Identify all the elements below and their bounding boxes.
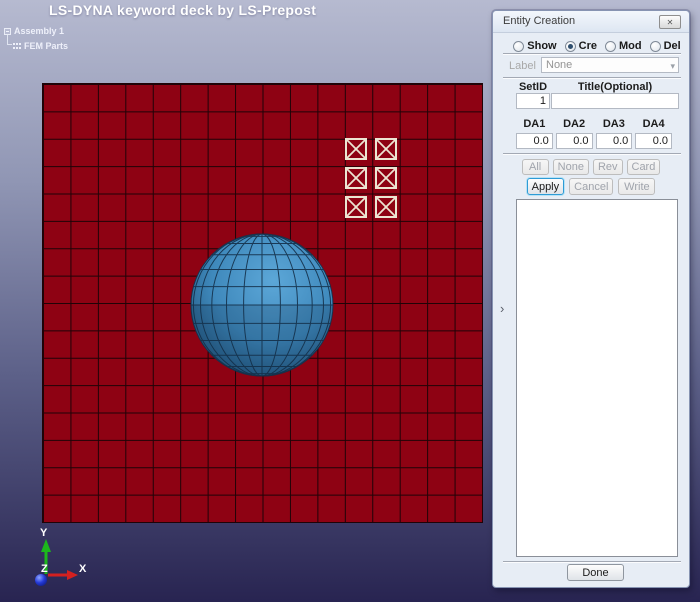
x-axis-arrowhead [67,570,78,580]
radio-label: Show [527,40,556,52]
radio-icon [565,41,576,52]
axis-triad: Y X Z [24,522,96,598]
radio-icon [650,41,661,52]
radio-label: Mod [619,40,642,52]
da1-input[interactable] [516,133,553,149]
panel-title: Entity Creation [503,15,575,27]
da3-input[interactable] [596,133,633,149]
parts-icon [13,42,21,50]
expand-chevron-icon[interactable]: › [500,301,504,316]
separator [503,153,681,155]
da1-label: DA1 [516,118,553,130]
title-input[interactable] [551,93,679,109]
close-icon: ✕ [667,18,674,27]
selection-button-row: All None Rev Card [493,159,689,175]
da2-input[interactable] [556,133,593,149]
setid-label: SetID [516,81,550,93]
da4-input[interactable] [635,133,672,149]
radio-del[interactable]: Del [650,40,681,52]
entity-creation-panel: Entity Creation ✕ Show Cre Mod Del Label [492,10,690,588]
da2-label: DA2 [556,118,593,130]
element-marker [375,138,397,160]
setid-input[interactable] [516,93,550,109]
panel-titlebar[interactable]: Entity Creation ✕ [493,11,689,33]
label-dropdown-value: None [546,59,572,71]
tree-item-assembly[interactable]: Assembly 1 [4,26,64,36]
radio-mod[interactable]: Mod [605,40,642,52]
da4-label: DA4 [635,118,672,130]
none-button[interactable]: None [553,159,589,175]
radio-icon [513,41,524,52]
card-button[interactable]: Card [627,159,661,175]
title-label: Title(Optional) [551,81,679,93]
element-marker [345,196,367,218]
tree-item-fem-parts[interactable]: FEM Parts [13,41,68,51]
action-button-row: Apply Cancel Write [493,178,689,195]
radio-label: Cre [579,40,597,52]
radio-cre[interactable]: Cre [565,40,597,52]
separator [503,53,681,55]
tree-connector [7,34,12,45]
deck-title: LS-DYNA keyword deck by LS-Prepost [49,2,316,18]
label-dropdown[interactable]: None ▾ [541,57,679,73]
y-axis-arrowhead [41,539,51,552]
element-marker [375,167,397,189]
chevron-down-icon: ▾ [670,59,675,73]
label-field-caption: Label [509,60,536,72]
all-button[interactable]: All [522,159,549,175]
entity-list[interactable] [516,199,678,557]
radio-label: Del [664,40,681,52]
write-button[interactable]: Write [618,178,655,195]
cancel-button[interactable]: Cancel [569,178,613,195]
radio-show[interactable]: Show [513,40,556,52]
separator [503,77,681,79]
da-input-row [516,133,672,149]
y-axis-label: Y [40,527,48,539]
separator [503,561,681,563]
mode-radio-group: Show Cre Mod Del [493,40,689,52]
z-axis-label: Z [41,563,48,575]
tree-item-label: Assembly 1 [14,26,64,36]
close-button[interactable]: ✕ [659,15,681,29]
rev-button[interactable]: Rev [593,159,623,175]
radio-icon [605,41,616,52]
element-marker [375,196,397,218]
app-window: LS-DYNA keyword deck by LS-Prepost Assem… [0,0,700,602]
tree-item-label: FEM Parts [24,41,68,51]
x-axis-label: X [79,563,87,575]
done-button[interactable]: Done [567,564,624,581]
sphere-mesh[interactable] [189,232,335,378]
element-marker [345,167,367,189]
da-label-row: DA1 DA2 DA3 DA4 [516,118,672,130]
da3-label: DA3 [596,118,633,130]
element-marker [345,138,367,160]
apply-button[interactable]: Apply [527,178,565,195]
z-axis-dot [35,574,47,586]
